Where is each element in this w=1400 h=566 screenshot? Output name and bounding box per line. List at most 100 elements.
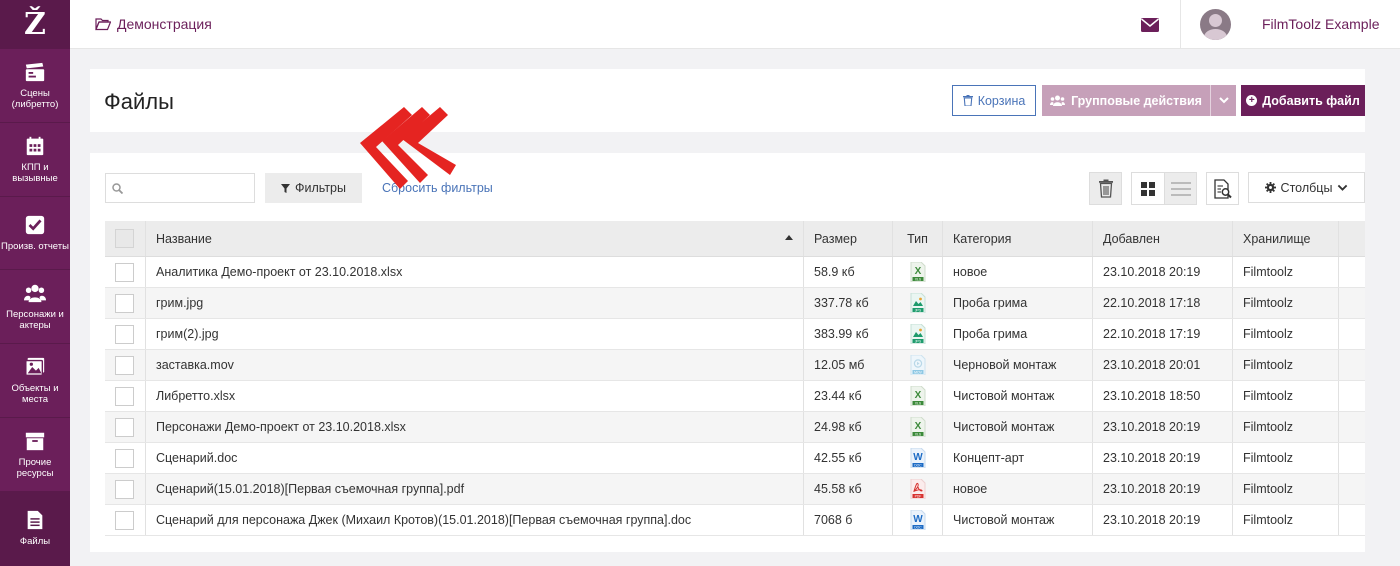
file-type: PDF	[893, 474, 943, 504]
select-all-checkbox[interactable]	[115, 229, 134, 248]
row-checkbox[interactable]	[115, 510, 134, 530]
row-checkbox[interactable]	[115, 479, 134, 499]
column-header-name[interactable]: Название	[146, 221, 804, 256]
grid-view-button[interactable]	[1131, 172, 1164, 205]
topbar-divider	[1180, 0, 1181, 49]
sidebar-item-files[interactable]: Файлы	[0, 491, 70, 566]
file-added: 23.10.2018 20:19	[1093, 505, 1233, 535]
table-row[interactable]: грим.jpg 337.78 кб JPG Проба грима 22.10…	[105, 288, 1365, 319]
excel-file-icon: X XLS	[910, 262, 926, 282]
file-storage: Filmtoolz	[1233, 288, 1339, 318]
column-header-category[interactable]: Категория	[943, 221, 1093, 256]
table-row[interactable]: Либретто.xlsx 23.44 кб X XLS Чистовой мон…	[105, 381, 1365, 412]
columns-button[interactable]: Столбцы	[1248, 172, 1365, 203]
delete-selected-button[interactable]	[1089, 172, 1122, 205]
sidebar-item-locations[interactable]: Объекты и места	[0, 344, 70, 418]
file-size: 58.9 кб	[804, 257, 893, 287]
row-checkbox[interactable]	[115, 417, 134, 437]
sidebar-item-label: КПП и вызывные	[12, 161, 58, 184]
column-header-type[interactable]: Тип	[893, 221, 943, 256]
file-type: X XLS	[893, 257, 943, 287]
gear-icon	[1264, 182, 1276, 193]
add-file-label: Добавить файл	[1262, 93, 1360, 108]
avatar[interactable]	[1200, 9, 1231, 40]
sidebar-item-label: Персонажи и актеры	[6, 309, 64, 332]
filters-button[interactable]: Фильтры	[265, 173, 362, 203]
row-checkbox[interactable]	[115, 355, 134, 375]
row-checkbox[interactable]	[115, 448, 134, 468]
file-size: 23.44 кб	[804, 381, 893, 411]
trash-button[interactable]: Корзина	[952, 85, 1036, 116]
file-storage: Filmtoolz	[1233, 443, 1339, 473]
svg-text:W: W	[913, 452, 923, 463]
search-input[interactable]	[128, 174, 253, 202]
file-storage: Filmtoolz	[1233, 505, 1339, 535]
svg-text:X: X	[914, 266, 921, 277]
users-icon	[24, 285, 46, 303]
mail-icon[interactable]	[1141, 18, 1159, 32]
file-type: X XLS	[893, 412, 943, 442]
excel-file-icon: X XLS	[910, 417, 926, 437]
calendar-icon	[26, 136, 44, 155]
app-logo[interactable]: Ž	[0, 0, 70, 49]
search-box[interactable]	[105, 173, 255, 203]
filters-label: Фильтры	[295, 181, 346, 195]
sidebar-item-scenes[interactable]: Сцены (либретто)	[0, 49, 70, 123]
table-row[interactable]: Сценарий для персонажа Джек (Михаил Крот…	[105, 505, 1365, 536]
table-row[interactable]: Сценарий.doc 42.55 кб W DOC Концепт-арт 2…	[105, 443, 1365, 474]
sidebar-item-label: Объекты и места	[11, 383, 59, 406]
file-name[interactable]: Аналитика Демо-проект от 23.10.2018.xlsx	[146, 257, 804, 287]
file-category: новое	[943, 474, 1093, 504]
file-size: 12.05 мб	[804, 350, 893, 380]
file-name[interactable]: грим(2).jpg	[146, 319, 804, 349]
group-actions-label: Групповые действия	[1071, 93, 1202, 108]
row-checkbox[interactable]	[115, 324, 134, 344]
file-name[interactable]: Сценарий.doc	[146, 443, 804, 473]
file-name[interactable]: заставка.mov	[146, 350, 804, 380]
files-table: Название Размер Тип Категория Добавлен Х…	[105, 221, 1365, 536]
file-name[interactable]: грим.jpg	[146, 288, 804, 318]
sidebar-item-characters[interactable]: Персонажи и актеры	[0, 270, 70, 345]
table-body: Аналитика Демо-проект от 23.10.2018.xlsx…	[105, 257, 1365, 536]
group-actions-dropdown-button[interactable]	[1210, 85, 1236, 116]
pdf-file-icon: PDF	[910, 479, 926, 499]
file-added: 22.10.2018 17:19	[1093, 319, 1233, 349]
file-name[interactable]: Либретто.xlsx	[146, 381, 804, 411]
breadcrumb[interactable]: Демонстрация	[95, 16, 212, 32]
file-storage: Filmtoolz	[1233, 474, 1339, 504]
file-name[interactable]: Сценарий для персонажа Джек (Михаил Крот…	[146, 505, 804, 535]
file-category: Чистовой монтаж	[943, 381, 1093, 411]
sidebar-item-reports[interactable]: Произв. отчеты	[0, 197, 70, 271]
column-header-size[interactable]: Размер	[804, 221, 893, 256]
list-view-button[interactable]	[1164, 172, 1197, 205]
row-checkbox[interactable]	[115, 262, 134, 282]
preview-button[interactable]	[1206, 172, 1239, 205]
sidebar-item-schedule[interactable]: КПП и вызывные	[0, 123, 70, 197]
row-checkbox[interactable]	[115, 293, 134, 313]
column-header-spacer	[1339, 221, 1365, 256]
file-added: 23.10.2018 20:19	[1093, 412, 1233, 442]
row-checkbox[interactable]	[115, 386, 134, 406]
column-header-added[interactable]: Добавлен	[1093, 221, 1233, 256]
table-row[interactable]: грим(2).jpg 383.99 кб JPG Проба грима 22…	[105, 319, 1365, 350]
sidebar-item-resources[interactable]: Прочие ресурсы	[0, 418, 70, 492]
file-name[interactable]: Персонажи Демо-проект от 23.10.2018.xlsx	[146, 412, 804, 442]
add-file-button[interactable]: + Добавить файл	[1241, 85, 1365, 116]
file-name[interactable]: Сценарий(15.01.2018)[Первая съемочная гр…	[146, 474, 804, 504]
file-added: 22.10.2018 17:18	[1093, 288, 1233, 318]
username[interactable]: FilmToolz Example	[1262, 16, 1379, 32]
svg-text:JPG: JPG	[914, 308, 921, 312]
image-file-icon: JPG	[910, 324, 926, 344]
file-search-icon	[1213, 178, 1232, 199]
table-row[interactable]: Сценарий(15.01.2018)[Первая съемочная гр…	[105, 474, 1365, 505]
sidebar: Ž Сцены (либретто) КПП и вызывные Произв…	[0, 0, 70, 566]
table-row[interactable]: Аналитика Демо-проект от 23.10.2018.xlsx…	[105, 257, 1365, 288]
table-row[interactable]: заставка.mov 12.05 мб MOV Черновой монта…	[105, 350, 1365, 381]
svg-text:W: W	[913, 514, 923, 525]
file-storage: Filmtoolz	[1233, 350, 1339, 380]
group-actions-button[interactable]: Групповые действия	[1042, 85, 1210, 116]
table-row[interactable]: Персонажи Демо-проект от 23.10.2018.xlsx…	[105, 412, 1365, 443]
annotation-arrow-icon	[360, 107, 456, 189]
column-header-storage[interactable]: Хранилище	[1233, 221, 1339, 256]
file-added: 23.10.2018 20:19	[1093, 257, 1233, 287]
